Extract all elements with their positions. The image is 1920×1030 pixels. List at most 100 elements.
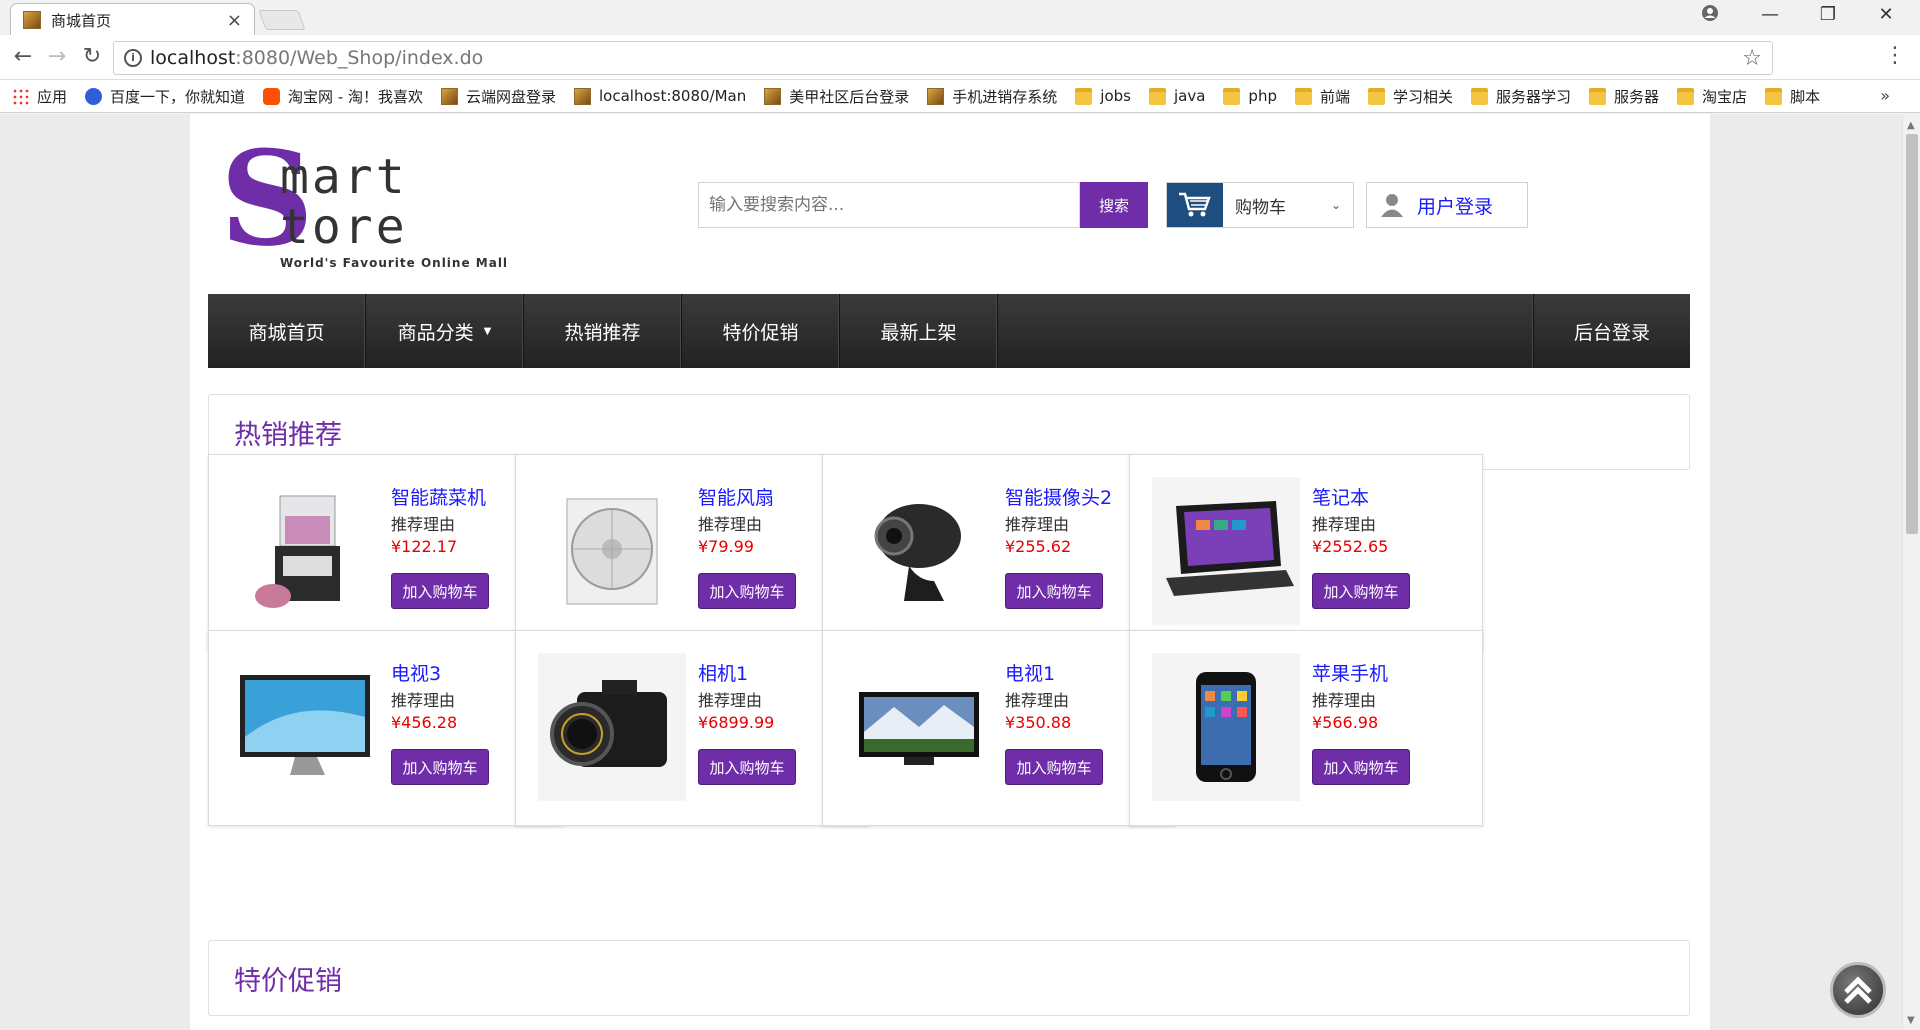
nav-sale[interactable]: 特价促销 <box>682 294 840 368</box>
bookmark-item[interactable]: 手机进销存系统 <box>927 86 1057 107</box>
folder-icon <box>1677 87 1695 105</box>
new-tab-button[interactable] <box>258 10 306 30</box>
add-to-cart-button[interactable]: 加入购物车 <box>1005 749 1103 785</box>
nav-categories[interactable]: 商品分类 ▼ <box>366 294 524 368</box>
add-to-cart-button[interactable]: 加入购物车 <box>698 573 796 609</box>
nav-home[interactable]: 商城首页 <box>208 294 366 368</box>
bookmark-label: 应用 <box>37 87 68 106</box>
add-to-cart-button[interactable]: 加入购物车 <box>391 749 489 785</box>
product-image[interactable] <box>1152 653 1300 801</box>
bookmark-item[interactable]: 脚本 <box>1765 86 1820 107</box>
nav-hot-label: 热销推荐 <box>564 321 641 344</box>
scroll-down-icon[interactable]: ▼ <box>1907 1015 1915 1026</box>
forward-icon[interactable]: → <box>42 44 72 69</box>
product-name[interactable]: 笔记本 <box>1312 483 1369 510</box>
apps-icon <box>12 87 29 105</box>
bookmarks-bar: 应用 百度一下，你就知道 淘宝网 - 淘！我喜欢 云端网盘登录 localhost:80… <box>0 80 1920 113</box>
profile-icon[interactable] <box>1690 4 1730 27</box>
product-reason: 推荐理由 <box>1312 691 1377 710</box>
product-reason: 推荐理由 <box>698 515 763 534</box>
nav-hot[interactable]: 热销推荐 <box>524 294 682 368</box>
add-to-cart-button[interactable]: 加入购物车 <box>698 749 796 785</box>
product-card: 笔记本 推荐理由 ¥2552.65 加入购物车 <box>1129 454 1483 650</box>
product-name[interactable]: 智能摄像头2 <box>1005 483 1112 510</box>
add-to-cart-button[interactable]: 加入购物车 <box>1312 749 1410 785</box>
bookmark-item[interactable]: 学习相关 <box>1368 86 1453 107</box>
cart-dropdown[interactable]: 购物车 ⌄ <box>1166 182 1354 228</box>
page-icon <box>574 87 591 105</box>
product-image[interactable] <box>231 477 379 625</box>
bookmark-item[interactable]: 服务器 <box>1589 86 1659 107</box>
browser-tabstrip: 商城首页 × — ❐ ✕ <box>0 0 1920 36</box>
window-close-icon[interactable]: ✕ <box>1866 4 1906 25</box>
section-hot-title: 热销推荐 <box>234 419 342 451</box>
bookmark-item[interactable]: 前端 <box>1294 86 1350 107</box>
reload-icon[interactable]: ↻ <box>77 44 107 69</box>
bookmark-item[interactable]: 云端网盘登录 <box>440 86 556 107</box>
search-bar: 搜索 <box>698 182 1148 228</box>
chevron-down-icon: ⌄ <box>1331 198 1342 212</box>
back-icon[interactable]: ← <box>8 44 38 69</box>
nav-admin-login-label: 后台登录 <box>1573 321 1650 344</box>
product-card: 智能摄像头2 推荐理由 ¥255.62 加入购物车 <box>822 454 1176 650</box>
bookmark-label: 前端 <box>1319 87 1350 106</box>
product-name[interactable]: 电视3 <box>391 659 441 686</box>
folder-icon <box>1368 87 1385 105</box>
bookmark-item[interactable]: java <box>1148 87 1205 105</box>
product-card: 智能风扇 推荐理由 ¥79.99 加入购物车 <box>515 454 869 650</box>
product-name[interactable]: 智能风扇 <box>698 483 774 510</box>
bookmark-item[interactable]: 淘宝店 <box>1677 86 1747 107</box>
bookmark-item[interactable]: 美甲社区后台登录 <box>764 86 909 107</box>
product-reason: 推荐理由 <box>1005 515 1070 534</box>
add-to-cart-button[interactable]: 加入购物车 <box>1312 573 1410 609</box>
product-name[interactable]: 智能蔬菜机 <box>391 483 486 510</box>
bookmark-item[interactable]: 百度一下，你就知道 <box>85 86 245 107</box>
bookmark-item[interactable]: jobs <box>1075 87 1131 105</box>
tab-close-icon[interactable]: × <box>227 10 242 31</box>
product-name[interactable]: 相机1 <box>698 659 748 686</box>
folder-icon <box>1471 87 1489 105</box>
bookmark-item[interactable]: php <box>1223 87 1277 105</box>
product-image[interactable] <box>845 653 993 801</box>
nav-spacer <box>998 294 1534 368</box>
user-icon <box>1367 183 1417 227</box>
product-name[interactable]: 苹果手机 <box>1312 659 1388 686</box>
product-image[interactable] <box>538 653 686 801</box>
product-image[interactable] <box>538 477 686 625</box>
nav-new[interactable]: 最新上架 <box>840 294 998 368</box>
bookmark-item[interactable]: 应用 <box>12 86 67 107</box>
address-bar[interactable]: i localhost:8080/Web_Shop/index.do ☆ <box>113 41 1773 75</box>
product-image[interactable] <box>845 477 993 625</box>
search-button[interactable]: 搜索 <box>1080 182 1148 228</box>
scrollbar-thumb[interactable] <box>1906 134 1918 534</box>
nav-admin-login[interactable]: 后台登录 <box>1534 294 1690 368</box>
page-scrollbar[interactable]: ▲ ▼ <box>1902 114 1920 1030</box>
browser-tab[interactable]: 商城首页 × <box>10 3 255 36</box>
add-to-cart-button[interactable]: 加入购物车 <box>1005 573 1103 609</box>
scroll-up-icon[interactable]: ▲ <box>1907 120 1915 131</box>
bookmark-star-icon[interactable]: ☆ <box>1742 46 1762 71</box>
site-info-icon[interactable]: i <box>124 49 142 67</box>
store-logo[interactable]: S mart tore World's Favourite Online Mal… <box>220 134 507 271</box>
minimize-icon[interactable]: — <box>1750 4 1790 25</box>
browser-menu-icon[interactable]: ⋮ <box>1884 43 1906 68</box>
bookmark-item[interactable]: 淘宝网 - 淘！我喜欢 <box>263 86 423 107</box>
restore-icon[interactable]: ❐ <box>1808 4 1848 25</box>
back-to-top-button[interactable] <box>1830 962 1886 1018</box>
product-price: ¥2552.65 <box>1312 537 1389 556</box>
bookmark-item[interactable]: 服务器学习 <box>1471 86 1571 107</box>
user-login-button[interactable]: 用户登录 <box>1366 182 1528 228</box>
product-reason: 推荐理由 <box>391 515 456 534</box>
product-price: ¥456.28 <box>391 713 458 732</box>
bookmark-label: 美甲社区后台登录 <box>789 87 910 106</box>
bookmark-label: 服务器 <box>1614 87 1660 106</box>
product-image[interactable] <box>1152 477 1300 625</box>
bookmarks-overflow-icon[interactable]: » <box>1880 86 1890 105</box>
product-image[interactable] <box>231 653 379 801</box>
search-input[interactable] <box>698 182 1080 228</box>
add-to-cart-button[interactable]: 加入购物车 <box>391 573 489 609</box>
product-name[interactable]: 电视1 <box>1005 659 1055 686</box>
page-viewport: S mart tore World's Favourite Online Mal… <box>0 114 1902 1030</box>
bookmark-item[interactable]: localhost:8080/Man <box>574 87 746 105</box>
bookmark-label: 云端网盘登录 <box>465 87 556 106</box>
